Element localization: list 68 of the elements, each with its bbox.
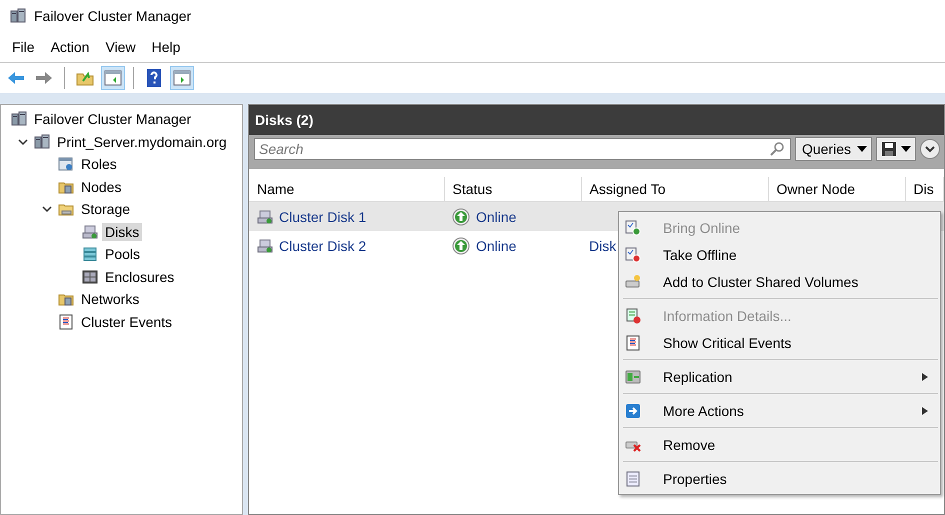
column-header[interactable]: Assigned To bbox=[590, 181, 666, 197]
grid-icon bbox=[82, 268, 98, 285]
menu-item[interactable]: Take Offline bbox=[619, 241, 940, 268]
menu-item[interactable]: Help bbox=[144, 39, 188, 55]
back-arrow-icon bbox=[7, 69, 25, 87]
window-title: Failover Cluster Manager bbox=[34, 8, 192, 24]
notebook-icon bbox=[625, 308, 641, 324]
tree-item[interactable]: Roles bbox=[78, 155, 120, 174]
toolbar-button[interactable] bbox=[170, 66, 194, 90]
disk-icon bbox=[82, 224, 98, 240]
column-header[interactable]: Owner Node bbox=[776, 181, 856, 197]
tree-item[interactable]: Networks bbox=[78, 290, 142, 308]
log-icon bbox=[58, 314, 74, 330]
menu-item[interactable]: More Actions bbox=[619, 397, 940, 424]
toolbar-button[interactable] bbox=[101, 66, 125, 90]
checklist-icon bbox=[625, 246, 641, 262]
tree-item[interactable]: Failover Cluster Manager bbox=[31, 110, 194, 128]
checklist-icon bbox=[625, 220, 641, 236]
tree-item[interactable]: Enclosures bbox=[102, 268, 178, 286]
status-text: Online bbox=[476, 208, 516, 224]
online-icon bbox=[452, 236, 470, 254]
chevron-icon bbox=[925, 145, 935, 153]
disk-icon bbox=[257, 208, 273, 224]
tree-item[interactable]: Cluster Events bbox=[78, 312, 176, 331]
menu-item[interactable]: Show Critical Events bbox=[619, 329, 940, 356]
column-header[interactable]: Name bbox=[257, 181, 294, 197]
status-text: Online bbox=[476, 238, 516, 254]
save-icon bbox=[881, 141, 897, 157]
stack-icon bbox=[82, 246, 98, 262]
replication-icon bbox=[625, 368, 641, 384]
assigned-to: Disk bbox=[589, 238, 616, 254]
queries-button[interactable]: Queries bbox=[794, 137, 872, 161]
expand-button[interactable] bbox=[920, 139, 940, 159]
menu-item[interactable]: Action bbox=[42, 39, 98, 55]
tree-item[interactable]: Pools bbox=[102, 245, 144, 264]
tree-item[interactable]: Storage bbox=[78, 200, 134, 218]
folder-up-icon bbox=[76, 69, 94, 87]
forward-arrow-icon bbox=[35, 69, 53, 87]
search-field[interactable]: Search bbox=[254, 138, 791, 160]
pane-icon bbox=[173, 69, 191, 87]
server-icon bbox=[34, 134, 50, 150]
caret-icon bbox=[901, 146, 911, 152]
drive-icon bbox=[625, 274, 641, 290]
help-icon bbox=[145, 69, 163, 87]
menu-item[interactable]: Remove bbox=[619, 431, 940, 458]
search-icon bbox=[768, 141, 785, 157]
menu-item[interactable]: Add to Cluster Shared Volumes bbox=[619, 268, 940, 295]
tree-item[interactable]: Print_Server.mydomain.org bbox=[54, 132, 230, 151]
column-header[interactable]: Status bbox=[452, 181, 492, 197]
server-icon bbox=[11, 111, 27, 128]
column-header[interactable]: Dis bbox=[914, 181, 934, 197]
menu-item[interactable]: Replication bbox=[619, 363, 940, 390]
log-icon bbox=[625, 334, 641, 350]
online-icon bbox=[452, 208, 470, 226]
menu-item[interactable]: File bbox=[4, 39, 43, 55]
server-icon bbox=[10, 8, 26, 24]
caret-icon bbox=[857, 146, 867, 152]
panel-title: Disks (2) bbox=[255, 112, 314, 128]
menu-item[interactable]: Properties bbox=[619, 465, 940, 492]
disk-icon bbox=[257, 238, 273, 254]
menu-item[interactable]: View bbox=[97, 39, 144, 55]
properties-icon bbox=[625, 470, 641, 486]
pane-icon bbox=[104, 69, 122, 87]
tree-item[interactable]: Nodes bbox=[78, 178, 124, 196]
tree-item[interactable]: Disks bbox=[102, 222, 142, 241]
disk-name[interactable]: Cluster Disk 2 bbox=[279, 238, 366, 254]
window-icon bbox=[58, 156, 74, 172]
save-button[interactable] bbox=[876, 137, 916, 161]
